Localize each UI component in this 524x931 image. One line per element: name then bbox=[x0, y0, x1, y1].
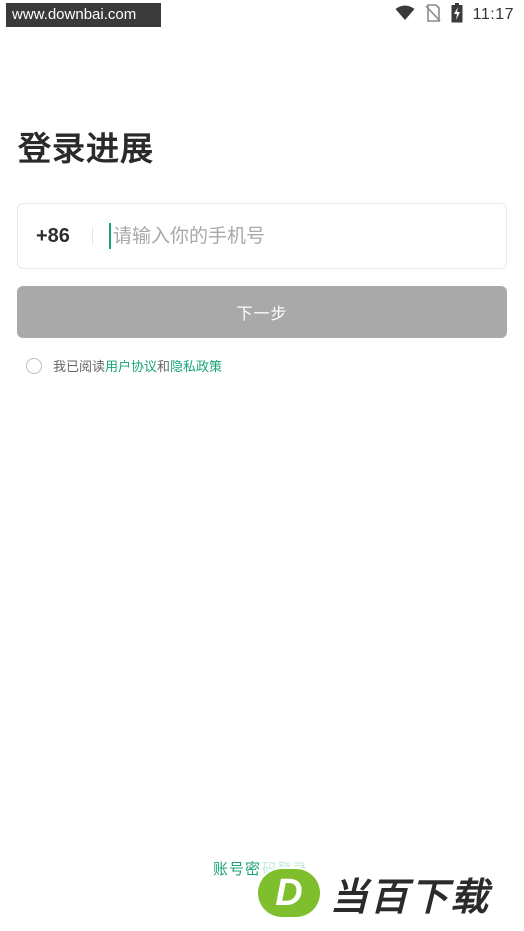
status-time: 11:17 bbox=[472, 6, 514, 23]
agreement-checkbox[interactable] bbox=[26, 357, 42, 374]
phone-field[interactable]: +86 bbox=[17, 203, 507, 269]
password-login-link[interactable]: 账号密 bbox=[213, 858, 261, 879]
agreement-prefix: 我已阅读 bbox=[53, 360, 106, 375]
country-code-selector[interactable]: +86 bbox=[36, 225, 90, 248]
phone-input[interactable] bbox=[113, 225, 453, 247]
field-divider bbox=[92, 227, 93, 245]
no-sim-icon bbox=[425, 4, 441, 26]
watermark-brand: 当百下载 bbox=[330, 874, 491, 919]
next-button[interactable]: 下一步 bbox=[17, 286, 507, 338]
login-screen: www.downbai.com 11:17 登录进展 +86 请输入你的手机号 … bbox=[0, 0, 524, 931]
page-title: 登录进展 bbox=[18, 129, 154, 168]
battery-charging-icon bbox=[451, 3, 463, 27]
status-bar: 11:17 bbox=[395, 3, 514, 27]
watermark-d-badge: D bbox=[258, 869, 320, 917]
agreement-row: 我已阅读 用户协议 和 隐私政策 bbox=[26, 356, 222, 375]
watermark-logo: D 当百下载 bbox=[258, 866, 520, 920]
wifi-icon bbox=[395, 5, 415, 25]
text-cursor bbox=[109, 223, 111, 249]
agreement-and: 和 bbox=[157, 360, 171, 375]
privacy-policy-link[interactable]: 隐私政策 bbox=[170, 356, 222, 375]
watermark-url: www.downbai.com bbox=[6, 3, 161, 27]
user-agreement-link[interactable]: 用户协议 bbox=[105, 356, 157, 375]
